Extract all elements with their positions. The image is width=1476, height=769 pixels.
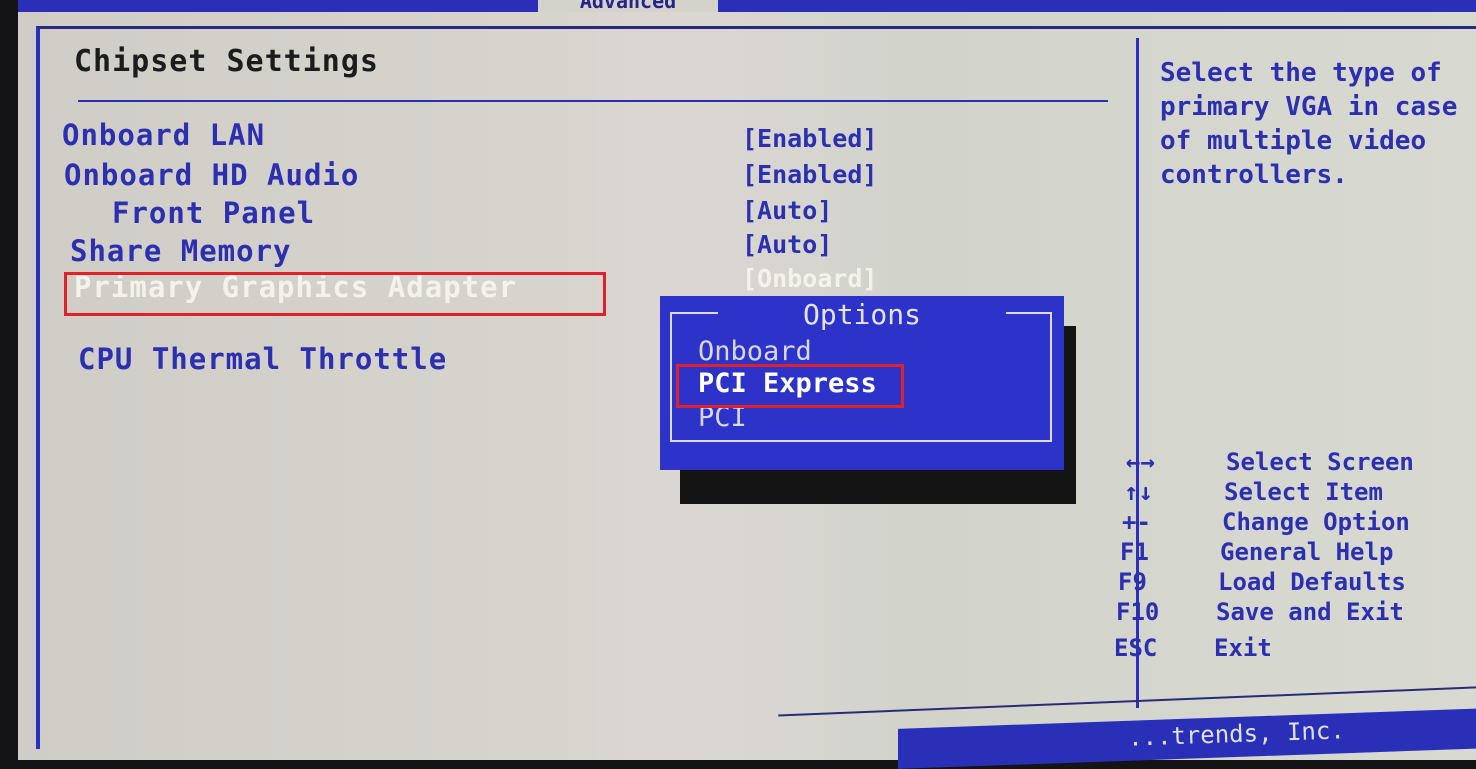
bios-screen: Advanced Chipset Settings Onboard LAN [E… <box>18 0 1476 769</box>
highlight-box-setting <box>64 272 606 316</box>
top-menu-bar <box>18 0 1476 12</box>
key-legend-row: ESC Exit <box>1114 634 1272 662</box>
key-legend-row: F1 General Help <box>1120 538 1393 566</box>
title-underline <box>78 100 1108 102</box>
help-panel: Select the type of primary VGA in case o… <box>1160 56 1476 192</box>
option-onboard[interactable]: Onboard <box>698 336 812 367</box>
help-line: Select the type of <box>1160 58 1442 88</box>
help-line: of multiple video <box>1160 126 1427 156</box>
setting-onboard-lan[interactable]: Onboard LAN <box>62 118 265 152</box>
key-legend-row: +- Change Option <box>1122 508 1410 536</box>
help-line: controllers. <box>1160 160 1348 190</box>
key-label: F9 <box>1118 568 1147 596</box>
setting-cpu-thermal-throttle[interactable]: CPU Thermal Throttle <box>78 342 447 376</box>
arrows-left-right-icon: ←→ <box>1126 448 1155 476</box>
setting-onboard-hd-audio[interactable]: Onboard HD Audio <box>64 158 359 192</box>
key-action: Exit <box>1214 634 1272 662</box>
setting-primary-graphics-adapter-value[interactable]: [Onboard] <box>742 264 877 293</box>
key-legend-row: F10 Save and Exit <box>1116 598 1404 626</box>
plus-minus-icon: +- <box>1122 508 1151 536</box>
popup-title: Options <box>802 298 921 331</box>
setting-front-panel[interactable]: Front Panel <box>112 196 315 230</box>
key-legend-row: ↑↓ Select Item <box>1124 478 1383 506</box>
highlight-box-option <box>676 364 904 408</box>
key-action: Change Option <box>1222 508 1410 536</box>
key-label: F1 <box>1120 538 1149 566</box>
page-title: Chipset Settings <box>74 44 379 79</box>
key-legend-row: F9 Load Defaults <box>1118 568 1406 596</box>
key-label: F10 <box>1116 598 1160 626</box>
key-legend-row: ←→ Select Screen <box>1126 448 1414 476</box>
setting-onboard-lan-value[interactable]: [Enabled] <box>742 124 877 153</box>
arrows-up-down-icon: ↑↓ <box>1124 478 1153 506</box>
key-label: ESC <box>1114 634 1158 662</box>
key-action: Select Screen <box>1226 448 1414 476</box>
setting-onboard-hd-audio-value[interactable]: [Enabled] <box>742 160 877 189</box>
help-line: primary VGA in case <box>1160 92 1458 122</box>
key-action: Load Defaults <box>1218 568 1406 596</box>
key-action: Save and Exit <box>1216 598 1404 626</box>
key-action: Select Item <box>1224 478 1383 506</box>
tab-advanced[interactable]: Advanced <box>538 0 718 12</box>
setting-share-memory[interactable]: Share Memory <box>70 234 292 268</box>
key-action: General Help <box>1220 538 1394 566</box>
setting-front-panel-value[interactable]: [Auto] <box>742 196 832 225</box>
setting-share-memory-value[interactable]: [Auto] <box>742 230 832 259</box>
